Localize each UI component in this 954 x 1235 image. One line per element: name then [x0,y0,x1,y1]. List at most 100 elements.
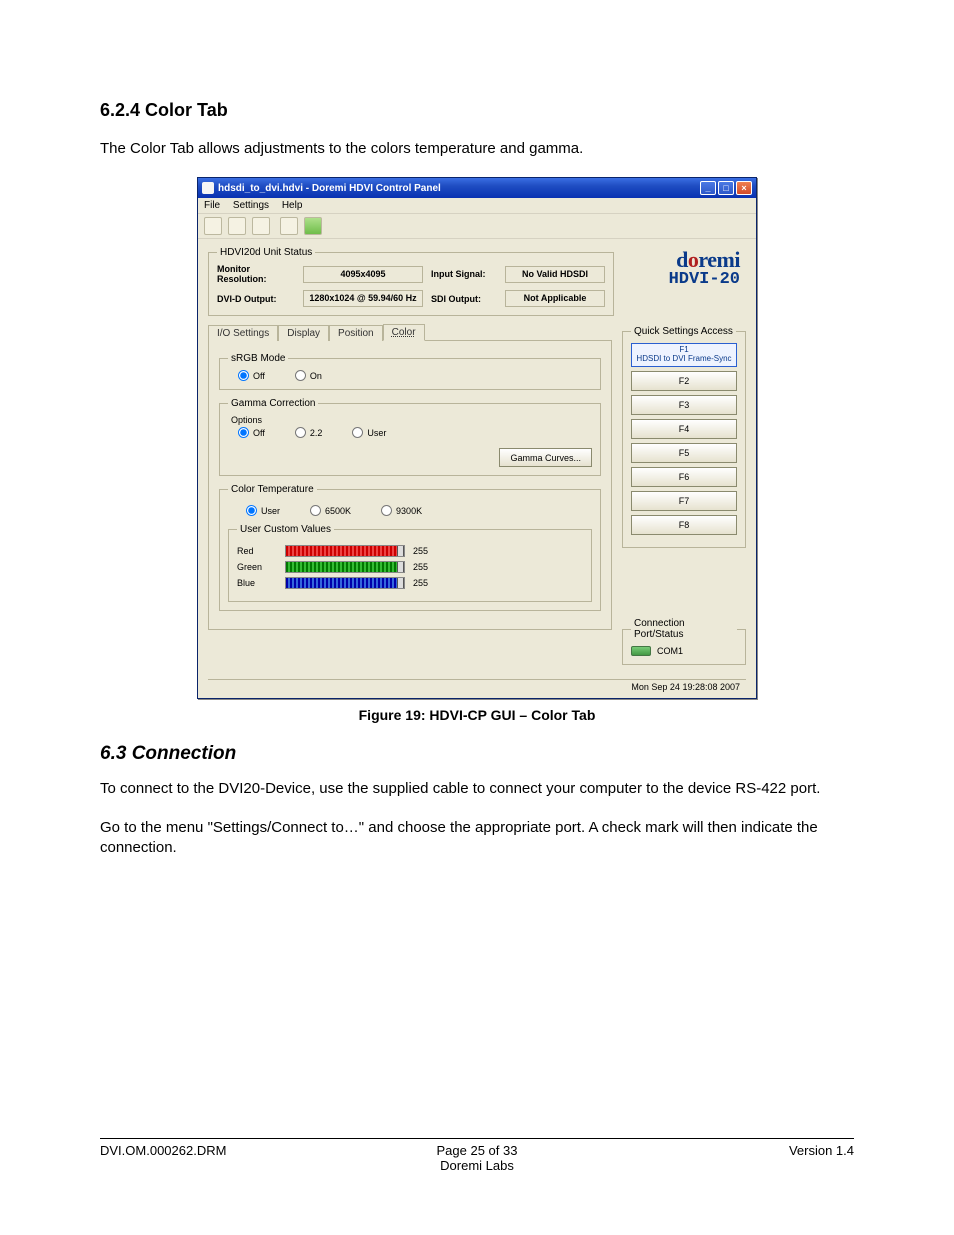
quick-f2-button[interactable]: F2 [631,371,737,391]
coltemp-9300k-label: 9300K [396,506,422,516]
gamma-22-option[interactable]: 2.2 [295,427,323,438]
connection-status-legend: Connection Port/Status [631,618,737,640]
coltemp-user-radio[interactable] [246,505,257,516]
coltemp-user-label: User [261,506,280,516]
coltemp-9300k-option[interactable]: 9300K [381,505,422,516]
gamma-22-label: 2.2 [310,428,323,438]
gamma-correction-legend: Gamma Correction [228,398,318,409]
quick-f5-button[interactable]: F5 [631,443,737,463]
coltemp-6500k-label: 6500K [325,506,351,516]
quick-f8-button[interactable]: F8 [631,515,737,535]
sdi-output-label: SDI Output: [431,294,497,304]
gamma-user-radio[interactable] [352,427,363,438]
connection-status-group: Connection Port/Status COM1 [622,618,746,665]
menu-help[interactable]: Help [282,200,303,211]
tab-io-settings[interactable]: I/O Settings [208,325,278,341]
maximize-button[interactable]: □ [718,181,734,195]
red-value: 255 [413,546,443,556]
tab-color[interactable]: Color [383,324,425,341]
statusbar: Mon Sep 24 19:28:08 2007 [208,679,746,694]
dvi-output-label: DVI-D Output: [217,294,295,304]
coltemp-6500k-radio[interactable] [310,505,321,516]
srgb-mode-legend: sRGB Mode [228,353,288,364]
quick-f1-button[interactable]: F1 HDSDI to DVI Frame-Sync [631,343,737,367]
connection-port-value: COM1 [657,646,683,656]
blue-label: Blue [237,578,277,588]
product-logo: HDVI-20 [669,270,740,289]
brand-logo: doremi HDVI-20 [669,247,740,289]
blue-slider[interactable] [285,577,405,589]
quick-f3-button[interactable]: F3 [631,395,737,415]
srgb-off-radio[interactable] [238,370,249,381]
window-titlebar: hdsdi_to_dvi.hdvi - Doremi HDVI Control … [198,178,756,198]
blue-value: 255 [413,578,443,588]
gamma-user-label: User [367,428,386,438]
srgb-on-label: On [310,371,322,381]
sdi-output-value: Not Applicable [505,290,605,307]
toolbar [198,214,756,239]
figure-caption: Figure 19: HDVI-CP GUI – Color Tab [100,707,854,723]
gamma-user-option[interactable]: User [352,427,386,438]
gamma-off-radio[interactable] [238,427,249,438]
input-signal-label: Input Signal: [431,269,497,279]
color-temperature-group: Color Temperature User 6500K 9300K User … [219,484,601,611]
quick-settings-group: Quick Settings Access F1 HDSDI to DVI Fr… [622,326,746,548]
menu-settings[interactable]: Settings [233,200,269,211]
menubar: File Settings Help [198,198,756,214]
section-heading: 6.2.4 Color Tab [100,100,854,121]
quick-f7-button[interactable]: F7 [631,491,737,511]
minimize-button[interactable]: _ [700,181,716,195]
color-temperature-legend: Color Temperature [228,484,317,495]
close-button[interactable]: × [736,181,752,195]
coltemp-user-option[interactable]: User [246,505,280,516]
toolbar-open-icon[interactable] [204,217,222,235]
menu-file[interactable]: File [204,200,220,211]
unit-status-group: HDVI20d Unit Status Monitor Resolution: … [208,247,614,316]
footer-company: Doremi Labs [440,1158,514,1173]
unit-status-legend: HDVI20d Unit Status [217,247,315,258]
green-label: Green [237,562,277,572]
input-signal-value: No Valid HDSDI [505,266,605,283]
app-window: hdsdi_to_dvi.hdvi - Doremi HDVI Control … [197,177,757,699]
tab-display[interactable]: Display [278,325,329,341]
toolbar-download-icon[interactable] [228,217,246,235]
gamma-off-label: Off [253,428,265,438]
monitor-resolution-value: 4095x4095 [303,266,423,283]
gamma-off-option[interactable]: Off [238,427,265,438]
red-slider[interactable] [285,545,405,557]
coltemp-9300k-radio[interactable] [381,505,392,516]
footer-rule [100,1138,854,1139]
connection-paragraph-2: Go to the menu "Settings/Connect to…" an… [100,818,854,859]
footer-version: Version 1.4 [603,1143,854,1173]
tabstrip: I/O Settings Display Position Color [208,324,612,341]
footer-left: DVI.OM.000262.DRM [100,1143,351,1173]
quick-f4-button[interactable]: F4 [631,419,737,439]
quick-settings-legend: Quick Settings Access [631,326,736,337]
red-label: Red [237,546,277,556]
footer-page-number: Page 25 of 33 [437,1143,518,1158]
green-slider[interactable] [285,561,405,573]
section-body-text: The Color Tab allows adjustments to the … [100,139,854,159]
quick-f6-button[interactable]: F6 [631,467,737,487]
srgb-on-option[interactable]: On [295,370,322,381]
connection-led-icon [631,646,651,656]
screenshot-container: hdsdi_to_dvi.hdvi - Doremi HDVI Control … [100,177,854,699]
gamma-22-radio[interactable] [295,427,306,438]
quick-f1-label-bottom: HDSDI to DVI Frame-Sync [636,354,731,363]
srgb-mode-group: sRGB Mode Off On [219,353,601,390]
coltemp-6500k-option[interactable]: 6500K [310,505,351,516]
tab-position[interactable]: Position [329,325,383,341]
toolbar-refresh-icon[interactable] [304,217,322,235]
srgb-on-radio[interactable] [295,370,306,381]
statusbar-timestamp: Mon Sep 24 19:28:08 2007 [631,682,740,692]
gamma-curves-button[interactable]: Gamma Curves... [499,448,592,467]
toolbar-save-icon[interactable] [280,217,298,235]
green-value: 255 [413,562,443,572]
toolbar-upload-icon[interactable] [252,217,270,235]
window-title: hdsdi_to_dvi.hdvi - Doremi HDVI Control … [218,183,700,194]
monitor-resolution-label: Monitor Resolution: [217,264,295,284]
srgb-off-option[interactable]: Off [238,370,265,381]
gamma-options-legend: Options [228,415,265,425]
connection-paragraph-1: To connect to the DVI20-Device, use the … [100,779,854,799]
user-custom-values-group: User Custom Values Red 255 Green [228,524,592,602]
